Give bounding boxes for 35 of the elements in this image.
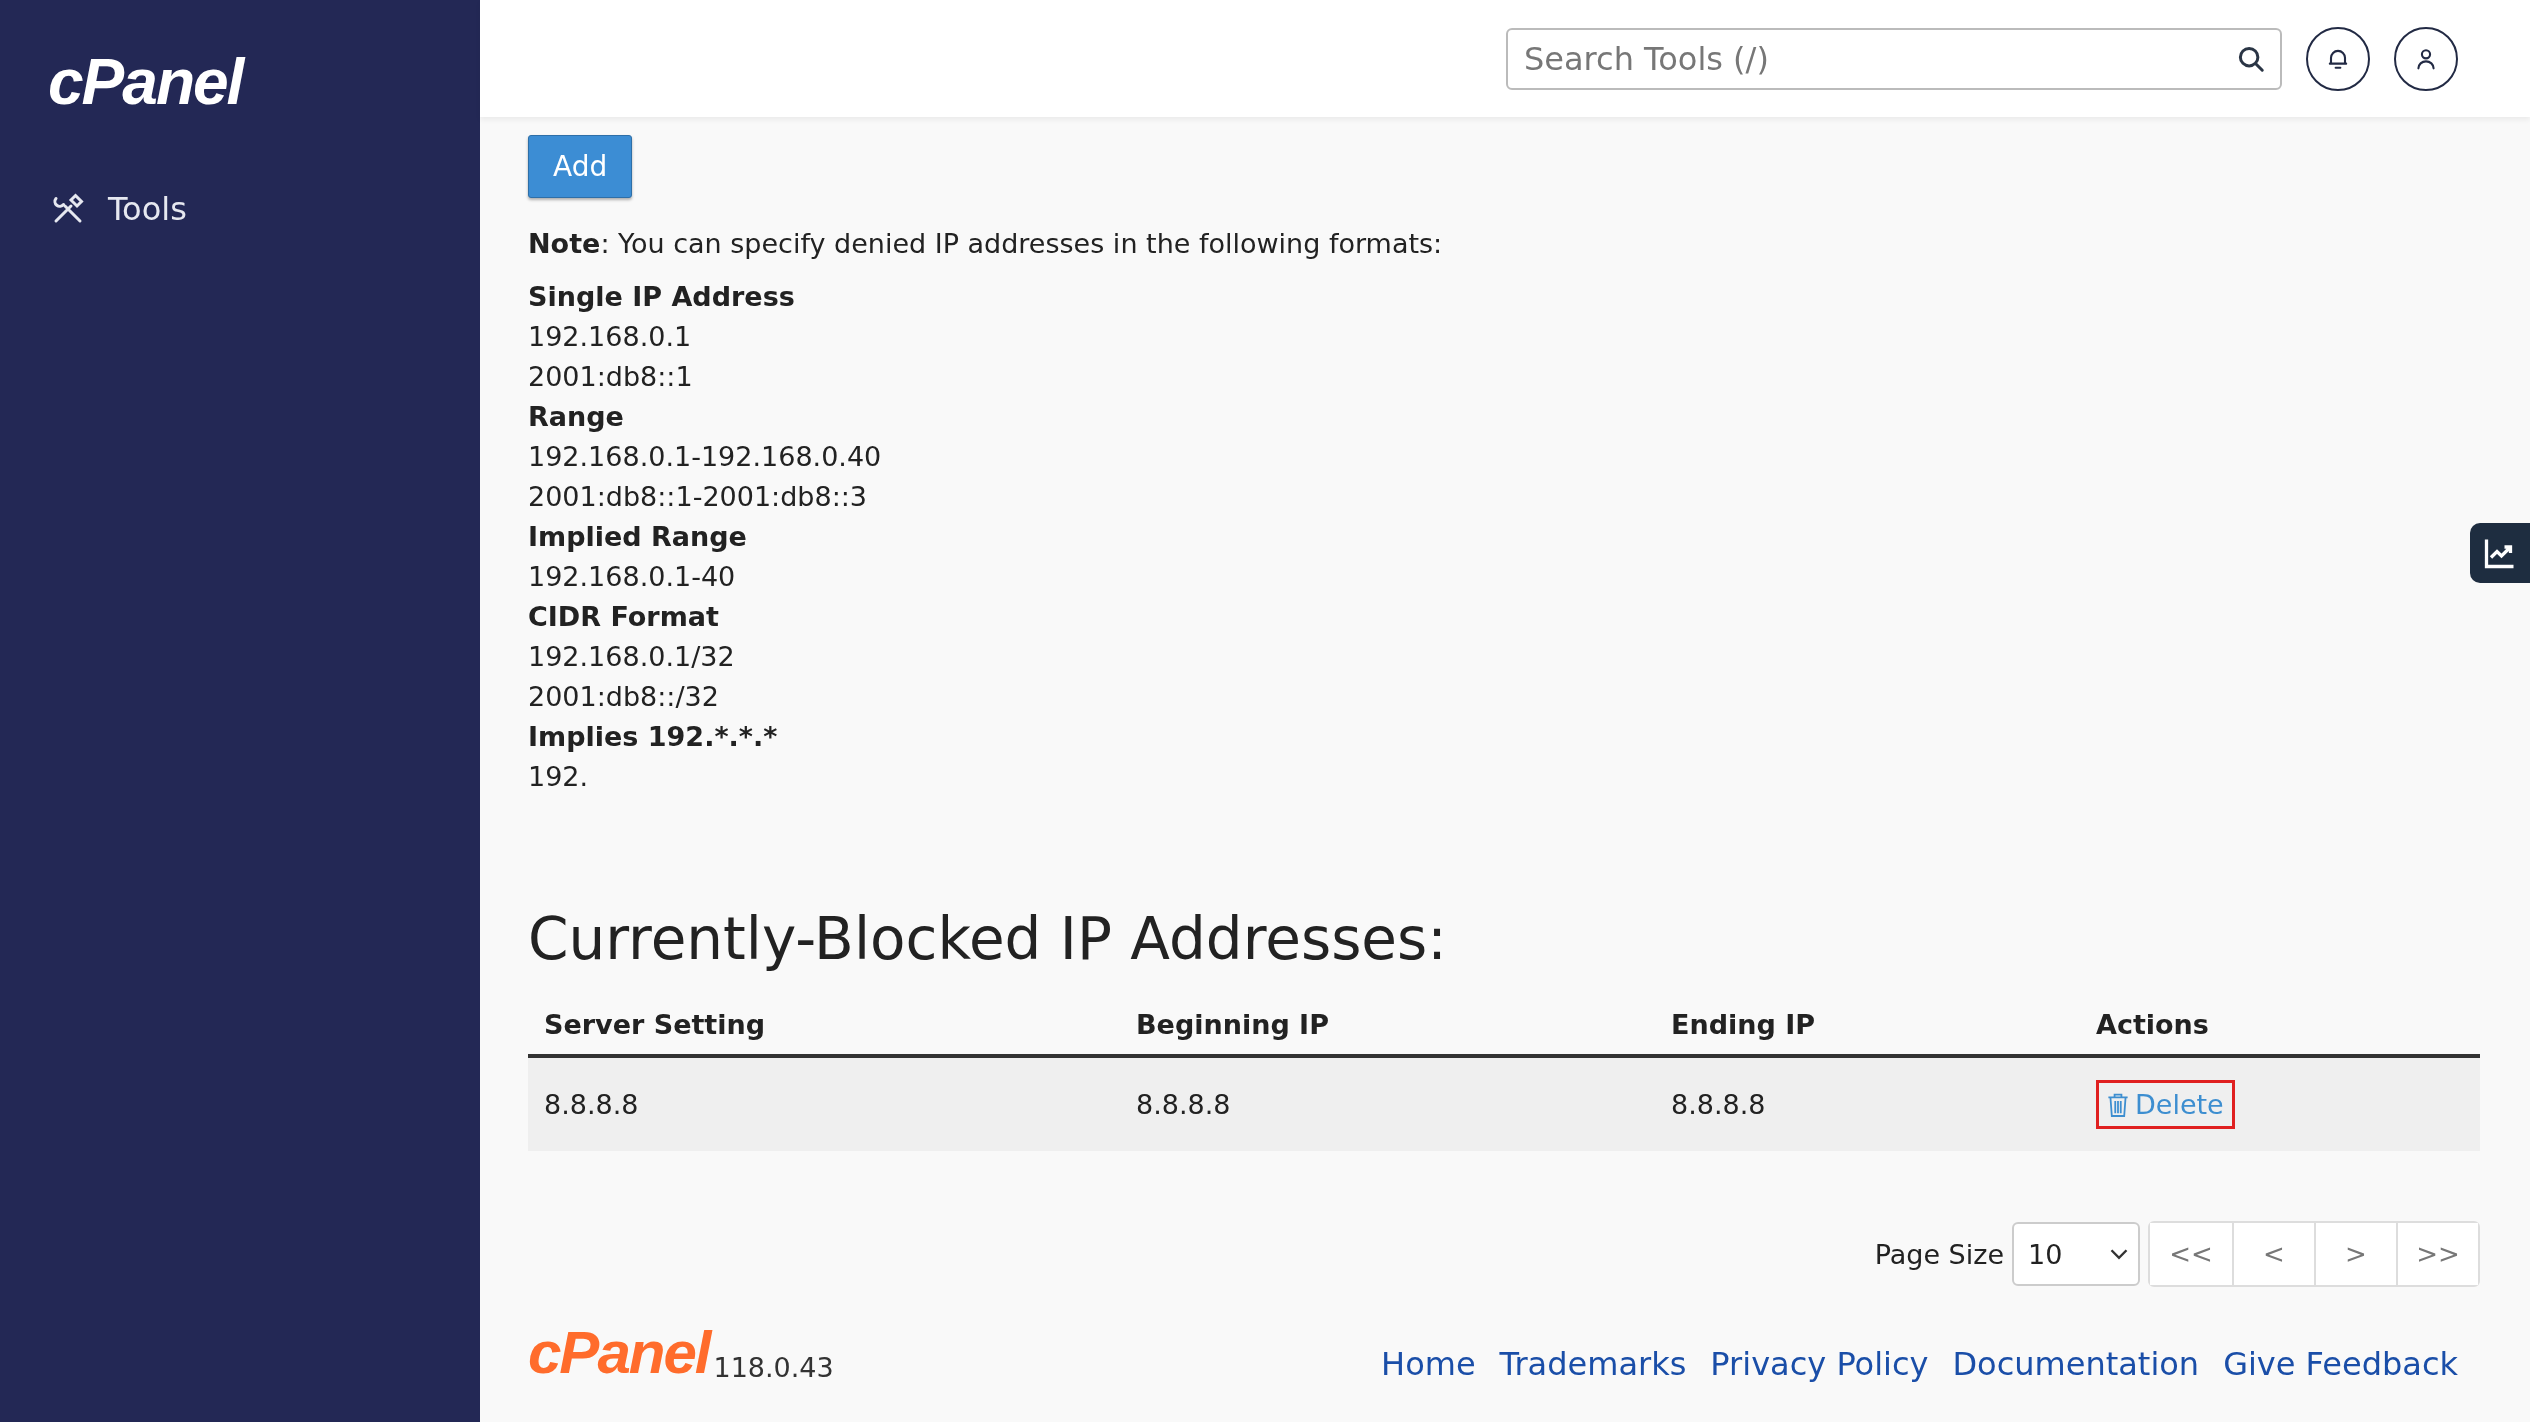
format-example: 2001:db8::1-2001:db8::3 — [528, 480, 869, 514]
format-example: 192.168.0.1 — [528, 320, 693, 354]
cpanel-logo[interactable]: cPanel — [48, 50, 243, 114]
version-text: 118.0.43 — [713, 1352, 834, 1383]
table-cell: 8.8.8.8 — [1136, 1089, 1231, 1120]
format-example: 2001:db8::/32 — [528, 680, 720, 714]
format-title: Single IP Address — [528, 280, 796, 314]
format-example: 192.168.0.1-40 — [528, 560, 737, 594]
stats-button[interactable] — [2470, 523, 2530, 583]
format-title: Range — [528, 400, 625, 434]
format-example: 192. — [528, 760, 590, 794]
sidebar-item[interactable]: Tools — [48, 184, 197, 234]
format-example: 2001:db8::1 — [528, 360, 694, 394]
pagination-button[interactable]: >> — [2396, 1223, 2478, 1285]
format-title: Implies 192.*.*.* — [528, 720, 779, 754]
cpanel-logo: cPanel — [528, 1323, 710, 1383]
footer-link[interactable]: Home — [1381, 1345, 1476, 1383]
section-heading: Currently-Blocked IP Addresses: — [528, 905, 1447, 973]
page-size-select[interactable]: 10 — [2012, 1222, 2140, 1286]
format-title: CIDR Format — [528, 600, 720, 634]
footer-link[interactable]: Trademarks — [1499, 1345, 1687, 1383]
footer-link[interactable]: Documentation — [1952, 1345, 2200, 1383]
table-cell: 8.8.8.8 — [544, 1089, 639, 1120]
footer-link[interactable]: Privacy Policy — [1710, 1345, 1929, 1383]
format-example: 192.168.0.1-192.168.0.40 — [528, 440, 882, 474]
chevron-down-icon — [2110, 1248, 2128, 1260]
search-field[interactable]: Search Tools (/) — [1506, 27, 2282, 90]
footer-link[interactable]: Give Feedback — [2223, 1345, 2458, 1383]
format-title: Implied Range — [528, 520, 748, 554]
trash-icon — [2107, 1091, 2129, 1118]
table-cell: 8.8.8.8 — [1671, 1089, 1766, 1120]
format-example: 192.168.0.1/32 — [528, 640, 736, 674]
add-button[interactable]: Add — [528, 135, 633, 198]
note-text: Note: You can specify denied IP addresses in the following formats: — [528, 228, 1443, 259]
page-size-label: Page Size — [1874, 1238, 2004, 1270]
